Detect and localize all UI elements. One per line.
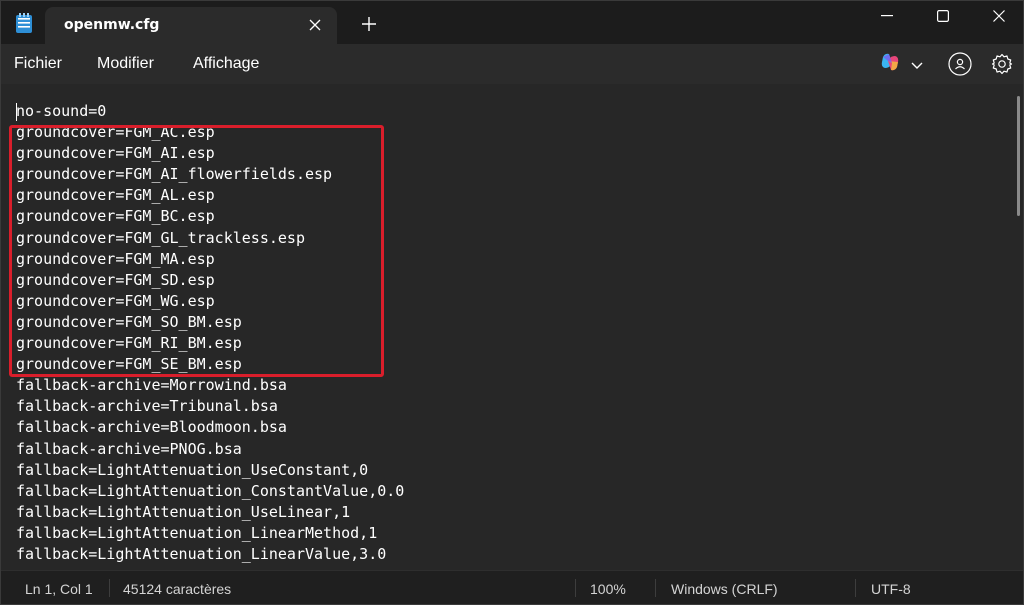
minimize-icon[interactable] (859, 1, 915, 31)
editor-line[interactable]: fallback=LightAttenuation_UseLinear,1 (16, 502, 404, 523)
maximize-icon[interactable] (915, 1, 971, 31)
text-editor[interactable]: no-sound=0 groundcover=FGM_AC.esp groundco… (1, 84, 1013, 570)
editor-line[interactable]: fallback=LightAttenuation_LinearValue,3.… (16, 544, 404, 565)
menu-edit[interactable]: Modifier (97, 55, 154, 73)
editor-line[interactable]: fallback=LightAttenuation_LinearMethod,1 (16, 523, 404, 544)
editor-line[interactable]: no-sound=0 (16, 101, 404, 122)
close-icon[interactable] (303, 13, 327, 37)
title-bar: openmw.cfg (1, 1, 1023, 44)
notepad-window: openmw.cfg Fichier Modifier Affichage no… (0, 0, 1024, 605)
gear-icon[interactable] (990, 52, 1014, 76)
notepad-icon (15, 13, 33, 34)
copilot-icon (879, 51, 901, 77)
editor-line[interactable]: fallback=LightAttenuation_UseConstant,0 (16, 460, 404, 481)
editor-line[interactable]: fallback-archive=Tribunal.bsa (16, 396, 404, 417)
editor-line[interactable]: fallback=LightAttenuation_ConstantValue,… (16, 481, 404, 502)
status-divider (109, 579, 110, 597)
close-window-icon[interactable] (971, 1, 1024, 31)
status-divider (575, 579, 576, 597)
status-divider (655, 579, 656, 597)
editor-line[interactable]: fallback-archive=PNOG.bsa (16, 439, 404, 460)
cursor-position: Ln 1, Col 1 (25, 581, 93, 597)
highlight-box (9, 125, 384, 377)
text-caret (16, 103, 17, 121)
status-divider (855, 579, 856, 597)
character-count: 45124 caractères (123, 581, 232, 597)
menu-bar: Fichier Modifier Affichage (1, 44, 1023, 84)
status-bar: Ln 1, Col 1 45124 caractères 100% Window… (1, 570, 1023, 604)
menu-view[interactable]: Affichage (193, 55, 259, 73)
zoom-level[interactable]: 100% (590, 581, 626, 597)
editor-line[interactable]: fallback-archive=Morrowind.bsa (16, 375, 404, 396)
tab-title: openmw.cfg (64, 17, 160, 33)
plus-icon[interactable] (356, 11, 382, 37)
line-ending[interactable]: Windows (CRLF) (671, 581, 778, 597)
vertical-scrollbar[interactable] (1013, 84, 1023, 570)
scroll-thumb[interactable] (1017, 96, 1020, 216)
encoding[interactable]: UTF-8 (871, 581, 911, 597)
copilot-button[interactable] (879, 53, 925, 75)
chevron-down-icon (911, 55, 923, 74)
tab-openmw-cfg[interactable]: openmw.cfg (45, 7, 337, 44)
account-icon[interactable] (948, 52, 972, 76)
editor-line[interactable]: fallback-archive=Bloodmoon.bsa (16, 417, 404, 438)
menu-file[interactable]: Fichier (14, 55, 62, 73)
